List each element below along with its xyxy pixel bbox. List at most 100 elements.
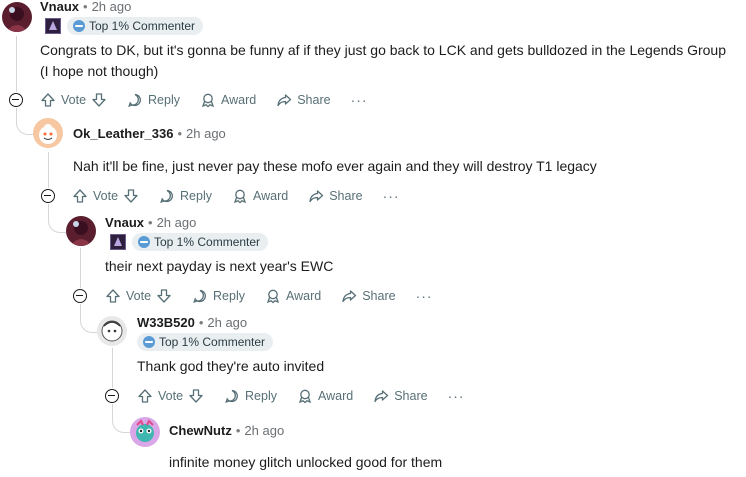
vote-control: Vote — [105, 288, 172, 304]
award-button[interactable]: Award — [265, 288, 321, 304]
comment-body: Congrats to DK, but it's gonna be funny … — [40, 40, 726, 82]
timestamp[interactable]: 2h ago — [244, 423, 284, 438]
comment-actions: Vote Reply Award Share ··· — [40, 88, 368, 112]
reply-icon — [193, 289, 206, 304]
vote-control: Vote — [40, 92, 107, 108]
comment-text-line: (I hope not though) — [40, 63, 159, 79]
award-button[interactable]: Award — [200, 92, 256, 108]
share-icon — [342, 290, 357, 303]
more-options-button[interactable]: ··· — [416, 288, 433, 304]
top-commenter-badge: Top 1% Commenter — [132, 233, 269, 251]
separator-dot: • — [148, 215, 153, 230]
share-label: Share — [329, 189, 363, 203]
top-commenter-badge: Top 1% Commenter — [137, 333, 274, 351]
share-label: Share — [297, 93, 331, 107]
timestamp[interactable]: 2h ago — [186, 126, 226, 141]
thread-line — [112, 348, 113, 388]
badge-icon — [138, 236, 150, 248]
author-name[interactable]: ChewNutz — [169, 423, 232, 438]
more-options-button[interactable]: ··· — [383, 188, 400, 204]
comment-text-line: Thank god they're auto invited — [137, 358, 325, 374]
thread-line — [48, 152, 49, 188]
downvote-icon[interactable] — [91, 92, 107, 108]
comment-meta: Ok_Leather_336 • 2h ago — [73, 126, 226, 141]
badge-label: Top 1% Commenter — [89, 19, 196, 33]
thread-connector — [48, 204, 67, 233]
downvote-icon[interactable] — [156, 288, 172, 304]
vote-label: Vote — [158, 389, 184, 403]
comment-text-line: their next payday is next year's EWC — [105, 258, 334, 274]
award-icon — [233, 189, 247, 204]
award-button[interactable]: Award — [232, 188, 288, 204]
top-commenter-badge: Top 1% Commenter — [67, 17, 204, 35]
thread-line — [80, 248, 81, 288]
award-icon — [201, 93, 215, 108]
author-name[interactable]: W33B520 — [137, 315, 195, 330]
reply-button[interactable]: Reply — [127, 92, 180, 108]
comment-text-line: Congrats to DK, but it's gonna be funny … — [40, 42, 726, 58]
award-button[interactable]: Award — [297, 388, 353, 404]
comment-meta: Vnaux • 2h ago — [105, 215, 196, 230]
share-icon — [309, 190, 324, 203]
more-options-button[interactable]: ··· — [351, 92, 368, 108]
flair-row: Top 1% Commenter — [110, 233, 269, 251]
reply-icon — [128, 93, 141, 108]
flair-emblem-icon — [45, 18, 61, 34]
vote-label: Vote — [61, 93, 87, 107]
comment-meta: Vnaux • 2h ago — [40, 0, 131, 14]
reply-label: Reply — [245, 389, 277, 403]
share-button[interactable]: Share — [276, 92, 331, 108]
award-icon — [298, 389, 312, 404]
avatar[interactable] — [2, 2, 32, 32]
avatar[interactable] — [97, 316, 127, 346]
thread-connector — [112, 404, 131, 433]
reply-label: Reply — [180, 189, 212, 203]
collapse-thread-icon[interactable] — [9, 93, 23, 107]
award-label: Award — [221, 93, 257, 107]
share-button[interactable]: Share — [341, 288, 396, 304]
share-button[interactable]: Share — [373, 388, 428, 404]
collapse-thread-icon[interactable] — [73, 289, 87, 303]
upvote-icon[interactable] — [105, 288, 121, 304]
comment-actions: Vote Reply Award Share ··· — [72, 184, 400, 208]
award-label: Award — [253, 189, 289, 203]
award-label: Award — [286, 289, 322, 303]
comment-meta: ChewNutz • 2h ago — [169, 423, 284, 438]
timestamp[interactable]: 2h ago — [92, 0, 132, 14]
collapse-thread-icon[interactable] — [105, 389, 119, 403]
downvote-icon[interactable] — [123, 188, 139, 204]
avatar[interactable] — [66, 216, 96, 246]
upvote-icon[interactable] — [72, 188, 88, 204]
flair-row: Top 1% Commenter — [45, 17, 204, 35]
reply-button[interactable]: Reply — [159, 188, 212, 204]
comment-body: Thank god they're auto invited — [137, 356, 324, 377]
award-label: Award — [318, 389, 354, 403]
avatar[interactable] — [130, 417, 160, 447]
reply-button[interactable]: Reply — [224, 388, 277, 404]
more-options-button[interactable]: ··· — [448, 388, 465, 404]
downvote-icon[interactable] — [188, 388, 204, 404]
share-label: Share — [362, 289, 396, 303]
reply-button[interactable]: Reply — [192, 288, 245, 304]
comment-body: their next payday is next year's EWC — [105, 256, 333, 277]
separator-dot: • — [198, 315, 204, 330]
badge-icon — [73, 20, 85, 32]
author-name[interactable]: Vnaux — [105, 215, 144, 230]
comment-body: Nah it'll be fine, just never pay these … — [73, 156, 597, 177]
author-name[interactable]: Ok_Leather_336 — [73, 126, 173, 141]
award-icon — [266, 289, 280, 304]
flair-emblem-icon — [110, 234, 126, 250]
upvote-icon[interactable] — [40, 92, 56, 108]
timestamp[interactable]: 2h ago — [157, 215, 197, 230]
upvote-icon[interactable] — [137, 388, 153, 404]
share-button[interactable]: Share — [308, 188, 363, 204]
flair-row: Top 1% Commenter — [137, 333, 274, 351]
timestamp[interactable]: 2h ago — [207, 315, 247, 330]
collapse-thread-icon[interactable] — [41, 189, 55, 203]
vote-control: Vote — [137, 388, 204, 404]
avatar[interactable] — [33, 118, 63, 148]
author-name[interactable]: Vnaux — [40, 0, 79, 14]
thread-line — [16, 36, 17, 92]
badge-label: Top 1% Commenter — [154, 235, 261, 249]
share-icon — [374, 390, 389, 403]
